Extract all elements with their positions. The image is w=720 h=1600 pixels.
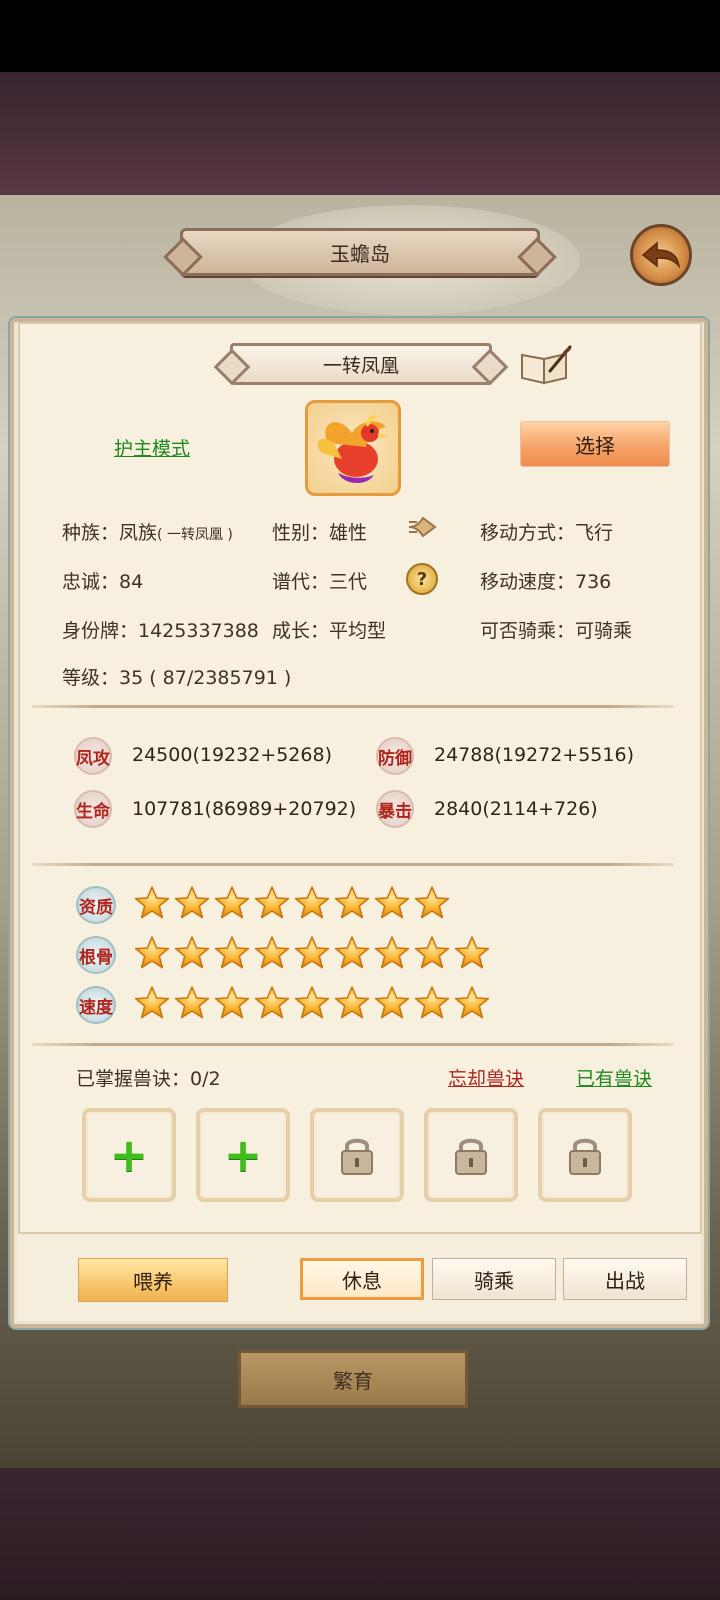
race-subtype: ( 一转凤凰 ) [157,527,233,543]
guard-mode-link[interactable]: 护主模式 [114,434,190,461]
swap-arrow-icon[interactable] [405,512,439,542]
location-title: 玉蟾岛 [180,228,540,276]
race-value: 凤族 [119,522,158,544]
star-icon [414,935,450,971]
star-icon [174,985,210,1021]
help-icon[interactable]: ? [406,563,438,595]
lock-icon [341,1138,373,1175]
select-button[interactable]: 选择 [520,421,670,467]
skill-slot-2[interactable]: + [196,1108,290,1202]
skill-slot-3[interactable] [310,1108,404,1202]
crit-value: 2840(2114+726) [434,798,598,820]
star-icon [294,935,330,971]
feed-button[interactable]: 喂养 [78,1258,228,1302]
star-icon [214,985,250,1021]
phoenix-avatar[interactable] [305,400,401,496]
plus-icon: + [223,1128,263,1182]
rideable-info: 可否骑乘：可骑乘 [480,620,633,642]
move-type-info: 移动方式：飞行 [480,522,614,544]
race-info: 种族：凤族( 一转凤凰 ) [62,518,233,545]
star-icon [374,885,410,921]
defense-value: 24788(19272+5516) [434,744,634,766]
attack-badge: 凤攻 [74,737,112,775]
bone-badge: 根骨 [76,936,116,974]
star-icon [134,985,170,1021]
star-icon [254,985,290,1021]
star-icon [374,985,410,1021]
hp-value: 107781(86989+20792) [132,798,357,820]
loyalty-info: 忠诚：84 [62,571,144,593]
crit-badge: 暴击 [376,790,414,828]
star-icon [134,935,170,971]
star-icon [334,985,370,1021]
back-button[interactable] [630,224,692,286]
battle-button[interactable]: 出战 [563,1258,687,1300]
divider [32,1043,674,1046]
bottom-backdrop [0,1468,720,1600]
breed-button[interactable]: 繁育 [238,1350,468,1408]
move-speed-info: 移动速度：736 [480,571,612,593]
speed-stars [134,985,490,1021]
bone-stars [134,935,490,971]
star-icon [254,885,290,921]
ride-button[interactable]: 骑乘 [432,1258,556,1300]
star-icon [214,935,250,971]
defense-badge: 防御 [376,737,414,775]
id-tag-info: 身份牌：1425337388 [62,620,259,642]
aptitude-stars [134,885,450,921]
star-icon [414,885,450,921]
divider [32,863,674,866]
star-icon [414,985,450,1021]
star-icon [454,985,490,1021]
skill-slot-1[interactable]: + [82,1108,176,1202]
skill-slot-4[interactable] [424,1108,518,1202]
book-quill-icon[interactable] [520,345,572,385]
star-icon [174,885,210,921]
star-icon [334,885,370,921]
star-icon [254,935,290,971]
aptitude-badge: 资质 [76,886,116,924]
divider [32,705,674,708]
forget-skill-link[interactable]: 忘却兽诀 [448,1064,524,1091]
owned-skills-link[interactable]: 已有兽诀 [576,1064,652,1091]
skill-slot-5[interactable] [538,1108,632,1202]
gender-info: 性别：雄性 [272,522,368,544]
race-label: 种族： [62,522,120,544]
generation-info: 谱代：三代 [272,571,368,593]
attack-value: 24500(19232+5268) [132,744,332,766]
star-icon [374,935,410,971]
star-icon [294,985,330,1021]
plus-icon: + [109,1128,149,1182]
mastered-skills-label: 已掌握兽诀：0/2 [76,1068,221,1090]
star-icon [134,885,170,921]
star-icon [294,885,330,921]
lock-icon [455,1138,487,1175]
speed-badge: 速度 [76,986,116,1024]
phoenix-icon [317,415,388,484]
level-info: 等级：35 ( 87/2385791 ) [62,667,292,689]
star-icon [214,885,250,921]
lock-icon [569,1138,601,1175]
back-arrow-icon [641,241,681,269]
star-icon [334,935,370,971]
star-icon [174,935,210,971]
hp-badge: 生命 [74,790,112,828]
star-icon [454,935,490,971]
pet-name-plate: 一转凤凰 [230,343,492,385]
growth-info: 成长：平均型 [272,620,387,642]
top-backdrop [0,72,720,197]
rest-button[interactable]: 休息 [300,1258,424,1300]
